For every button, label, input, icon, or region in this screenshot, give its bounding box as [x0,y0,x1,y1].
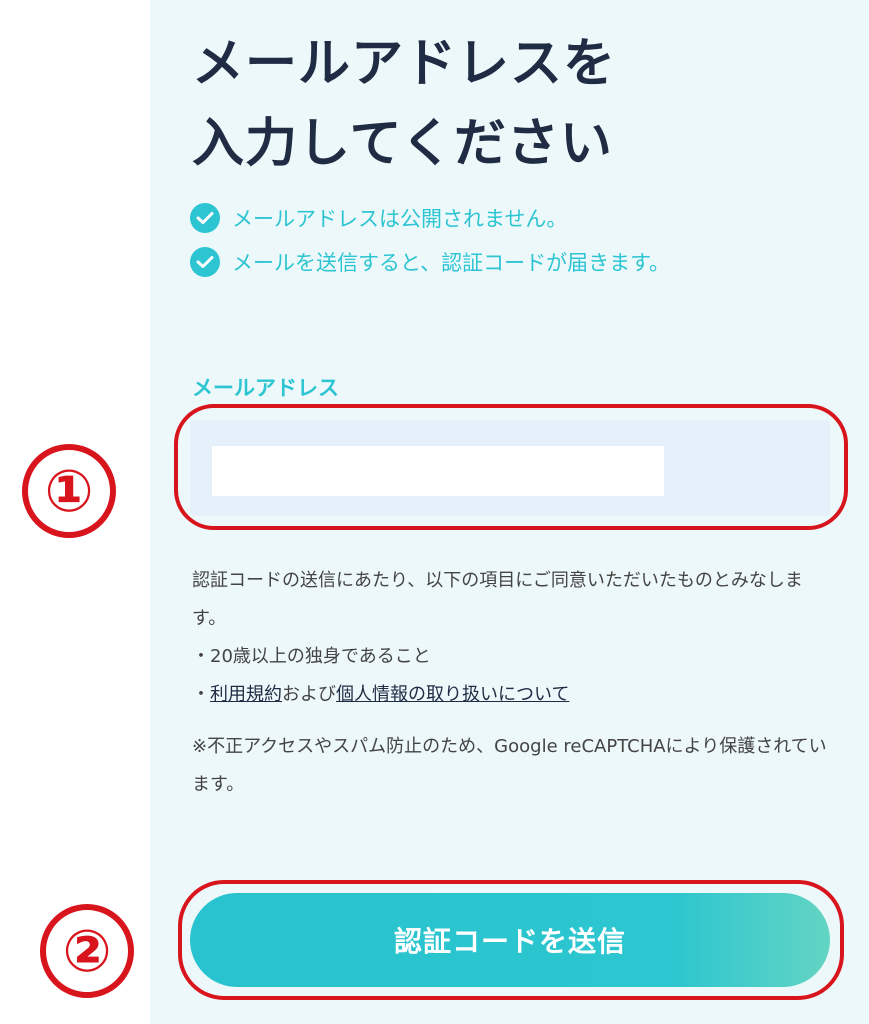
terms-link[interactable]: 利用規約 [210,684,282,705]
check-circle-icon [190,203,220,233]
recaptcha-notice: ※不正アクセスやスパム防止のため、Google reCAPTCHAにより保護され… [192,736,827,795]
annotation-step-1: ① [22,444,116,538]
consent-item-terms: ・利用規約および個人情報の取り扱いについて [192,676,832,714]
bullet: ・ [192,684,210,705]
email-input[interactable] [212,446,664,496]
check-item-text: メールを送信すると、認証コードが届きます。 [232,251,671,275]
check-item-text: メールアドレスは公開されません。 [232,207,568,231]
page-title-line-2: 入力してください [192,114,613,174]
page-title: メールアドレスを 入力してください [192,24,792,184]
annotation-step-2: ② [40,904,134,998]
consent-item-age: ・20歳以上の独身であること [192,646,431,667]
consent-intro: 認証コードの送信にあたり、以下の項目にご同意いただいたものとみなします。 [192,570,803,629]
email-field-container [190,420,830,516]
page: メールアドレスを 入力してください メールアドレスは公開されません。 メールを送… [0,0,869,1024]
check-item: メールアドレスは公開されません。 [190,196,830,240]
check-item: メールを送信すると、認証コードが届きます。 [190,240,830,284]
conjunction-text: および [282,684,336,705]
send-code-button[interactable]: 認証コードを送信 [190,893,830,987]
page-title-line-1: メールアドレスを [192,34,617,94]
check-list: メールアドレスは公開されません。 メールを送信すると、認証コードが届きます。 [190,196,830,284]
consent-notice: 認証コードの送信にあたり、以下の項目にご同意いただいたものとみなします。 ・20… [192,562,832,804]
privacy-link[interactable]: 個人情報の取り扱いについて [336,684,569,705]
email-label: メールアドレス [192,376,339,400]
check-circle-icon [190,247,220,277]
